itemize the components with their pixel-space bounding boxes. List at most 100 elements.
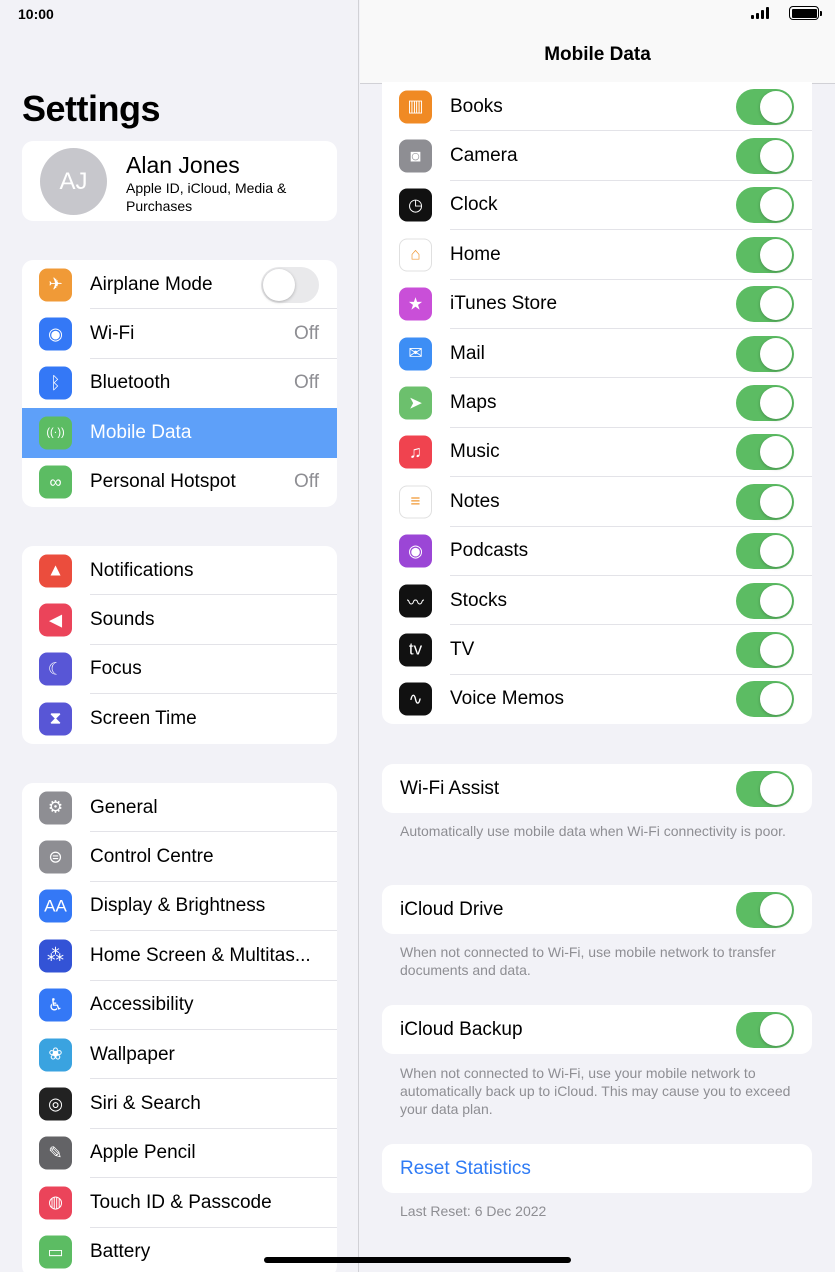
row-label: Maps bbox=[450, 392, 497, 414]
row-label: Accessibility bbox=[90, 994, 194, 1016]
accessibility-icon: ♿ bbox=[39, 988, 72, 1022]
toggle-knob bbox=[760, 436, 792, 469]
app-row-books: ▥ Books bbox=[382, 82, 812, 132]
toggle-knob bbox=[760, 633, 792, 666]
camera-toggle[interactable] bbox=[736, 138, 794, 175]
pencil-icon: ✎ bbox=[39, 1136, 72, 1170]
row-label: General bbox=[90, 796, 158, 818]
nav-bar: Mobile Data bbox=[360, 0, 835, 84]
moon-icon: ☾ bbox=[39, 652, 72, 686]
wifi-assist-toggle[interactable] bbox=[736, 770, 794, 807]
sidebar-item-airplane-mode[interactable]: ✈ Airplane Mode bbox=[22, 260, 337, 310]
notifications-group: ▲ Notifications ◀ Sounds ☾ Focus ⧗ Screen Time bbox=[22, 546, 337, 744]
sidebar-item-control-centre[interactable]: ⊜ Control Centre bbox=[22, 832, 337, 882]
home-indicator[interactable] bbox=[264, 1257, 571, 1263]
connectivity-group: ✈ Airplane Mode ◉ Wi-Fi Off ᛒ Bluetooth Off ((·)… bbox=[22, 260, 337, 507]
sidebar-item-sounds[interactable]: ◀ Sounds bbox=[22, 595, 337, 645]
hourglass-icon: ⧗ bbox=[39, 702, 72, 736]
icloud-drive-row: iCloud Drive bbox=[382, 885, 812, 934]
icloud-backup-group: iCloud Backup bbox=[382, 1005, 812, 1055]
airplane-icon: ✈ bbox=[39, 268, 72, 302]
notes-toggle[interactable] bbox=[736, 483, 794, 520]
sidebar-item-focus[interactable]: ☾ Focus bbox=[22, 645, 337, 695]
row-label: Notifications bbox=[90, 559, 194, 581]
star-icon: ★ bbox=[399, 287, 432, 321]
row-label: Wi-Fi bbox=[90, 323, 135, 345]
clock-toggle[interactable] bbox=[736, 187, 794, 224]
music-icon: ♫ bbox=[399, 435, 432, 469]
row-label: Battery bbox=[90, 1241, 151, 1263]
toggle-knob bbox=[760, 683, 792, 716]
row-label: Notes bbox=[450, 490, 500, 512]
sidebar-item-screen-time[interactable]: ⧗ Screen Time bbox=[22, 694, 337, 743]
row-label: Camera bbox=[450, 145, 518, 167]
icloud-drive-toggle[interactable] bbox=[736, 891, 794, 928]
app-row-notes: ≡ Notes bbox=[382, 477, 812, 527]
icloud-backup-toggle[interactable] bbox=[736, 1011, 794, 1048]
row-value: Off bbox=[294, 372, 319, 394]
battery-status-icon bbox=[789, 6, 822, 20]
sidebar-item-notifications[interactable]: ▲ Notifications bbox=[22, 546, 337, 596]
row-label: Mail bbox=[450, 342, 485, 364]
podcasts-toggle[interactable] bbox=[736, 533, 794, 570]
airplane-mode-toggle[interactable] bbox=[261, 266, 319, 303]
sidebar-item-personal-hotspot[interactable]: ∞ Personal Hotspot Off bbox=[22, 458, 337, 507]
sidebar-item-siri-and-search[interactable]: ◎ Siri & Search bbox=[22, 1079, 337, 1129]
sidebar-item-accessibility[interactable]: ♿ Accessibility bbox=[22, 981, 337, 1030]
toggle-knob bbox=[760, 189, 792, 222]
voice-memos-toggle[interactable] bbox=[736, 681, 794, 718]
mail-toggle[interactable] bbox=[736, 335, 794, 372]
sidebar-item-home-screen-and-multitas[interactable]: ⁂ Home Screen & Multitas... bbox=[22, 931, 337, 981]
row-label: Sounds bbox=[90, 609, 155, 631]
maps-icon: ➤ bbox=[399, 386, 432, 420]
hotspot-icon: ∞ bbox=[39, 465, 72, 499]
toggle-knob bbox=[760, 337, 792, 370]
stocks-toggle[interactable] bbox=[736, 582, 794, 619]
app-row-home: ⌂ Home bbox=[382, 230, 812, 280]
row-label: Control Centre bbox=[90, 846, 214, 868]
app-row-tv: tv TV bbox=[382, 625, 812, 675]
row-label: Bluetooth bbox=[90, 372, 171, 394]
books-toggle[interactable] bbox=[736, 88, 794, 125]
apple-id-profile[interactable]: AJ Alan Jones Apple ID, iCloud, Media & … bbox=[22, 141, 337, 221]
music-toggle[interactable] bbox=[736, 434, 794, 471]
home-toggle[interactable] bbox=[736, 236, 794, 273]
row-label: Home Screen & Multitas... bbox=[90, 944, 311, 966]
home-screen-icon: ⁂ bbox=[39, 939, 72, 973]
sidebar-item-general[interactable]: ⚙ General bbox=[22, 783, 337, 833]
wifi-assist-row: Wi-Fi Assist bbox=[382, 764, 812, 813]
podcasts-icon: ◉ bbox=[399, 534, 432, 568]
row-label: Podcasts bbox=[450, 540, 529, 562]
stocks-icon: 〰 bbox=[399, 584, 432, 618]
itunes-store-toggle[interactable] bbox=[736, 286, 794, 323]
row-value: Off bbox=[294, 323, 319, 345]
row-label: Clock bbox=[450, 194, 498, 216]
maps-toggle[interactable] bbox=[736, 385, 794, 422]
tv-toggle[interactable] bbox=[736, 631, 794, 668]
sidebar-item-wallpaper[interactable]: ❀ Wallpaper bbox=[22, 1030, 337, 1080]
app-row-camera: ◙ Camera bbox=[382, 131, 812, 181]
app-row-stocks: 〰 Stocks bbox=[382, 576, 812, 626]
page-title: Settings bbox=[22, 88, 161, 129]
toggle-knob bbox=[760, 90, 792, 123]
row-label: Music bbox=[450, 441, 500, 463]
wifi-assist-label: Wi-Fi Assist bbox=[400, 777, 500, 799]
row-label: Stocks bbox=[450, 589, 508, 611]
app-row-mail: ✉ Mail bbox=[382, 329, 812, 379]
mobile-data-detail: Mobile Data ▥ Books ◙ Camera ◷ Clock ⌂ Home ★ iTu… bbox=[360, 0, 835, 1272]
sidebar-item-mobile-data[interactable]: ((·)) Mobile Data bbox=[22, 408, 337, 458]
sidebar-item-display-and-brightness[interactable]: AA Display & Brightness bbox=[22, 882, 337, 932]
sidebar-item-wi-fi[interactable]: ◉ Wi-Fi Off bbox=[22, 309, 337, 359]
row-label: TV bbox=[450, 638, 475, 660]
nav-title: Mobile Data bbox=[544, 44, 651, 65]
reset-statistics-button[interactable]: Reset Statistics bbox=[382, 1144, 812, 1193]
icloud-drive-note: When not connected to Wi-Fi, use mobile … bbox=[400, 944, 776, 978]
sidebar-item-bluetooth[interactable]: ᛒ Bluetooth Off bbox=[22, 359, 337, 408]
sidebar-item-touch-id-and-passcode[interactable]: ◍ Touch ID & Passcode bbox=[22, 1178, 337, 1228]
antenna-icon: ((·)) bbox=[39, 416, 72, 450]
sidebar-item-battery[interactable]: ▭ Battery bbox=[22, 1228, 337, 1272]
app-row-music: ♫ Music bbox=[382, 428, 812, 478]
books-icon: ▥ bbox=[399, 90, 432, 124]
sidebar-item-apple-pencil[interactable]: ✎ Apple Pencil bbox=[22, 1129, 337, 1179]
toggle-knob bbox=[760, 140, 792, 173]
